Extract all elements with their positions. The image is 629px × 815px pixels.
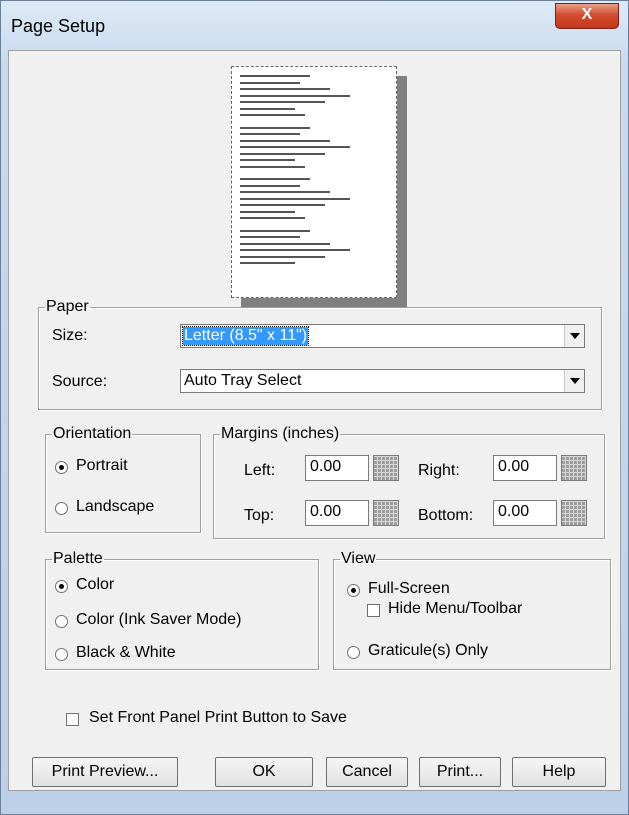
print-preview-button[interactable]: Print Preview... <box>32 757 178 787</box>
preview-text-line <box>240 204 325 206</box>
orientation-legend: Orientation <box>53 425 132 442</box>
preview-text-line <box>240 88 330 90</box>
preview-text-line <box>240 197 350 200</box>
margin-right-label: Right: <box>418 462 460 479</box>
margin-top-input[interactable]: 0.00 <box>305 500 369 526</box>
hide-menu-label[interactable]: Hide Menu/Toolbar <box>388 600 522 618</box>
window-title: Page Setup <box>11 16 106 36</box>
black-white-label[interactable]: Black & White <box>76 644 176 662</box>
color-label[interactable]: Color <box>76 576 114 594</box>
preview-text-line <box>240 255 325 258</box>
paper-size-select[interactable]: Letter (8.5" x 11") <box>180 324 585 348</box>
preview-text-line <box>240 191 330 193</box>
full-screen-radio[interactable] <box>347 584 360 597</box>
margin-left-spinner[interactable] <box>373 455 399 481</box>
cancel-button[interactable]: Cancel <box>326 757 408 787</box>
paper-source-value: Auto Tray Select <box>184 372 302 389</box>
margin-bottom-input[interactable]: 0.00 <box>493 500 557 526</box>
size-label: Size: <box>52 327 88 344</box>
graticule-radio[interactable] <box>347 646 360 659</box>
hide-menu-checkbox[interactable] <box>367 604 380 617</box>
ink-saver-label[interactable]: Color (Ink Saver Mode) <box>76 611 241 629</box>
page-preview <box>231 66 407 308</box>
close-icon: X <box>581 6 593 23</box>
black-white-radio[interactable] <box>55 648 68 661</box>
title-bar[interactable]: Page Setup X <box>1 1 628 51</box>
portrait-radio[interactable] <box>55 461 68 474</box>
front-panel-label[interactable]: Set Front Panel Print Button to Save <box>89 709 347 727</box>
print-button[interactable]: Print... <box>419 757 501 787</box>
portrait-label[interactable]: Portrait <box>76 457 128 475</box>
preview-text-line <box>240 165 305 168</box>
preview-text-line <box>240 178 310 180</box>
landscape-label[interactable]: Landscape <box>76 498 154 516</box>
preview-text-line <box>240 94 350 97</box>
preview-text-line <box>240 107 295 110</box>
graticule-label[interactable]: Graticule(s) Only <box>368 642 488 660</box>
preview-text-line <box>240 114 305 116</box>
full-screen-label[interactable]: Full-Screen <box>368 580 450 598</box>
view-legend: View <box>341 550 376 567</box>
preview-text-line <box>240 159 295 161</box>
preview-text-line <box>240 229 310 232</box>
preview-text-line <box>240 249 350 251</box>
preview-text-line <box>240 236 300 238</box>
margin-top-spinner[interactable] <box>373 500 399 526</box>
chevron-down-icon[interactable] <box>564 370 584 392</box>
preview-text-line <box>240 262 295 264</box>
chevron-down-icon[interactable] <box>564 325 584 347</box>
orientation-group: Orientation <box>45 425 201 533</box>
preview-text-line <box>240 75 310 77</box>
margin-right-input[interactable]: 0.00 <box>493 455 557 481</box>
close-button[interactable]: X <box>555 3 619 29</box>
preview-text-line <box>240 139 330 142</box>
preview-text-line <box>240 101 325 103</box>
preview-text-line <box>240 133 300 135</box>
margins-legend: Margins (inches) <box>221 425 340 442</box>
preview-text-line <box>240 217 305 219</box>
preview-text-line <box>240 210 295 213</box>
margin-right-spinner[interactable] <box>561 455 587 481</box>
margin-left-input[interactable]: 0.00 <box>305 455 369 481</box>
margin-bottom-spinner[interactable] <box>561 500 587 526</box>
preview-text-line <box>240 146 350 148</box>
source-label: Source: <box>52 373 108 390</box>
preview-text-line <box>240 81 300 84</box>
page-setup-window: Page Setup X Paper Size: Letter (8.5" x … <box>0 0 629 815</box>
color-radio[interactable] <box>55 580 68 593</box>
preview-text-line <box>240 152 325 155</box>
landscape-radio[interactable] <box>55 502 68 515</box>
dialog-client-area: Paper Size: Letter (8.5" x 11") Source: … <box>8 50 621 791</box>
help-button[interactable]: Help <box>512 757 606 787</box>
preview-text-line <box>240 184 300 187</box>
margin-left-label: Left: <box>244 462 276 479</box>
ok-button[interactable]: OK <box>215 757 313 787</box>
paper-source-select[interactable]: Auto Tray Select <box>180 369 585 393</box>
ink-saver-radio[interactable] <box>55 615 68 628</box>
margin-top-label: Top: <box>244 507 275 524</box>
paper-group: Paper <box>38 298 602 410</box>
preview-paper <box>231 66 397 298</box>
palette-legend: Palette <box>53 550 103 567</box>
preview-text-line <box>240 242 330 245</box>
preview-text-line <box>240 126 310 129</box>
paper-size-value: Letter (8.5" x 11") <box>181 326 310 346</box>
paper-legend: Paper <box>46 298 89 315</box>
margin-bottom-label: Bottom: <box>418 507 474 524</box>
front-panel-checkbox[interactable] <box>66 713 79 726</box>
